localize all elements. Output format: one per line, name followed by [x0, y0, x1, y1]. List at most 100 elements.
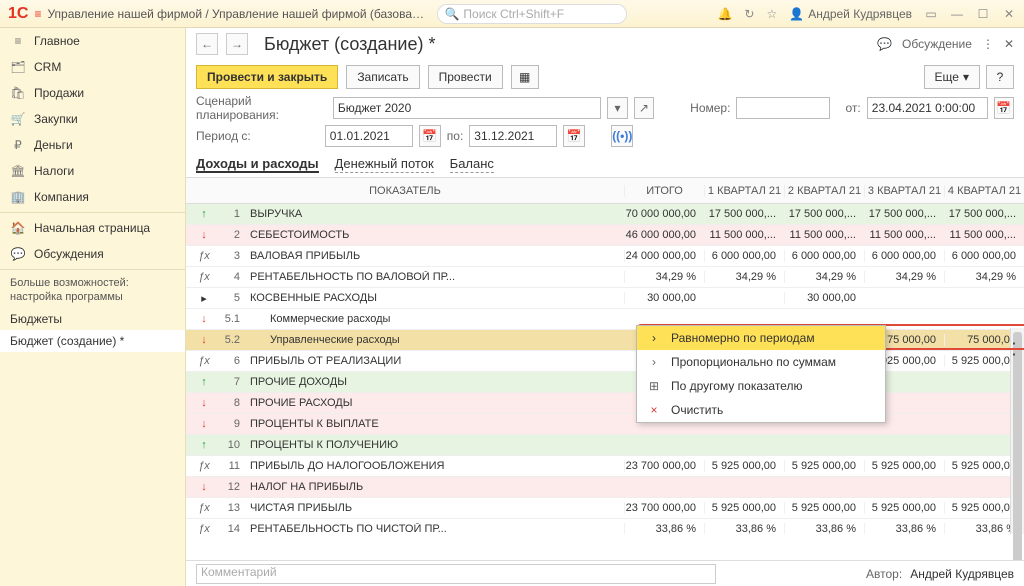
row-value[interactable]: 30 000,00: [624, 292, 704, 304]
row-value[interactable]: 34,29 %: [624, 271, 704, 283]
context-menu-item-2[interactable]: ⊞По другому показателю: [637, 374, 885, 398]
minimize-button[interactable]: —: [950, 7, 964, 21]
row-value[interactable]: 17 500 000,...: [864, 208, 944, 220]
close-window-button[interactable]: ✕: [1002, 7, 1016, 21]
sidebar-current-doc[interactable]: Бюджет (создание) *: [0, 330, 185, 352]
table-row[interactable]: ƒx14РЕНТАБЕЛЬНОСТЬ ПО ЧИСТОЙ ПР...33,86 …: [186, 519, 1024, 534]
table-row[interactable]: ↓5.2Управленческие расходы0,0075 000,007…: [186, 330, 1024, 351]
sidebar-item-0[interactable]: ≡Главное: [0, 28, 185, 54]
row-value[interactable]: 5 925 000,00: [784, 460, 864, 472]
row-value[interactable]: 6 000 000,00: [704, 250, 784, 262]
row-value[interactable]: 6 000 000,00: [864, 250, 944, 262]
sidebar-item-5[interactable]: 🏛Налоги: [0, 158, 185, 184]
help-button[interactable]: ?: [986, 65, 1014, 89]
structure-button[interactable]: ▦: [511, 65, 539, 89]
save-button[interactable]: Записать: [346, 65, 419, 89]
kebab-menu[interactable]: ⋮: [982, 37, 994, 51]
sidebar-secondary-1[interactable]: 💬Обсуждения: [0, 241, 185, 267]
sidebar-item-4[interactable]: ₽Деньги: [0, 132, 185, 158]
row-value[interactable]: 34,29 %: [864, 271, 944, 283]
row-value[interactable]: 46 000 000,00: [624, 229, 704, 241]
row-value[interactable]: 70 000 000,00: [624, 208, 704, 220]
row-value[interactable]: 5 925 000,00: [784, 502, 864, 514]
nav-back[interactable]: ←: [196, 33, 218, 55]
tab-income-expense[interactable]: Доходы и расходы: [196, 156, 319, 173]
sidebar-item-6[interactable]: 🏢Компания: [0, 184, 185, 210]
row-value[interactable]: 5 925 000,00: [704, 460, 784, 472]
tab-balance[interactable]: Баланс: [450, 156, 494, 173]
star-icon[interactable]: ☆: [766, 7, 777, 21]
table-row[interactable]: ƒx13ЧИСТАЯ ПРИБЫЛЬ23 700 000,005 925 000…: [186, 498, 1024, 519]
side-handle[interactable]: ⋮: [1006, 348, 1022, 352]
global-search[interactable]: 🔍 Поиск Ctrl+Shift+F: [437, 4, 627, 24]
broadcast-button[interactable]: ((•)): [611, 125, 633, 147]
sidebar-item-2[interactable]: 🛍Продажи: [0, 80, 185, 106]
period-from-picker[interactable]: 📅: [419, 125, 441, 147]
row-value[interactable]: 5 925 000,00: [864, 502, 944, 514]
row-value[interactable]: 11 500 000,...: [784, 229, 864, 241]
row-value[interactable]: 24 000 000,00: [624, 250, 704, 262]
tab-cashflow[interactable]: Денежный поток: [335, 156, 434, 173]
row-value[interactable]: 11 500 000,...: [704, 229, 784, 241]
table-row[interactable]: ↓9ПРОЦЕНТЫ К ВЫПЛАТЕ: [186, 414, 1024, 435]
nav-forward[interactable]: →: [226, 33, 248, 55]
table-row[interactable]: ↓2СЕБЕСТОИМОСТЬ46 000 000,0011 500 000,.…: [186, 225, 1024, 246]
table-row[interactable]: ↓8ПРОЧИЕ РАСХОДЫ: [186, 393, 1024, 414]
date-input[interactable]: 23.04.2021 0:00:00: [867, 97, 988, 119]
context-menu-item-0[interactable]: ›Равномерно по периодам: [637, 326, 885, 350]
maximize-button[interactable]: ☐: [976, 7, 990, 21]
row-value[interactable]: 34,29 %: [944, 271, 1024, 283]
bell-icon[interactable]: 🔔: [717, 7, 732, 21]
period-to-input[interactable]: 31.12.2021: [469, 125, 557, 147]
row-value[interactable]: 23 700 000,00: [624, 502, 704, 514]
history-icon[interactable]: ↻: [744, 7, 754, 21]
post-and-close-button[interactable]: Провести и закрыть: [196, 65, 338, 89]
period-from-input[interactable]: 01.01.2021: [325, 125, 413, 147]
row-value[interactable]: 33,86 %: [704, 523, 784, 534]
post-button[interactable]: Провести: [428, 65, 503, 89]
row-value[interactable]: 11 500 000,...: [864, 229, 944, 241]
table-row[interactable]: ƒx4РЕНТАБЕЛЬНОСТЬ ПО ВАЛОВОЙ ПР...34,29 …: [186, 267, 1024, 288]
number-input[interactable]: [736, 97, 829, 119]
row-value[interactable]: 17 500 000,...: [704, 208, 784, 220]
row-value[interactable]: 17 500 000,...: [784, 208, 864, 220]
row-value[interactable]: 11 500 000,...: [944, 229, 1024, 241]
row-value[interactable]: 5 925 000,00: [704, 502, 784, 514]
table-row[interactable]: ↑7ПРОЧИЕ ДОХОДЫ: [186, 372, 1024, 393]
table-row[interactable]: ↓12НАЛОГ НА ПРИБЫЛЬ: [186, 477, 1024, 498]
context-menu-item-3[interactable]: ×Очистить: [637, 398, 885, 422]
table-row[interactable]: ↑1ВЫРУЧКА70 000 000,0017 500 000,...17 5…: [186, 204, 1024, 225]
more-button[interactable]: Еще ▾: [924, 65, 980, 89]
discuss-link[interactable]: Обсуждение: [902, 37, 972, 51]
menu-icon[interactable]: ≡: [34, 7, 41, 21]
window-options[interactable]: ▭: [924, 7, 938, 21]
row-value[interactable]: 33,86 %: [624, 523, 704, 534]
row-value[interactable]: 6 000 000,00: [784, 250, 864, 262]
table-row[interactable]: ↓5.1Коммерческие расходы: [186, 309, 1024, 330]
sidebar-secondary-0[interactable]: 🏠Начальная страница: [0, 215, 185, 241]
table-row[interactable]: ƒx3ВАЛОВАЯ ПРИБЫЛЬ24 000 000,006 000 000…: [186, 246, 1024, 267]
row-value[interactable]: 5 925 000,00: [864, 460, 944, 472]
context-menu-item-1[interactable]: ›Пропорционально по суммам: [637, 350, 885, 374]
sidebar-more[interactable]: Больше возможностей: настройка программы: [0, 272, 185, 308]
sidebar-budgets[interactable]: Бюджеты: [0, 308, 185, 330]
period-to-picker[interactable]: 📅: [563, 125, 585, 147]
scenario-open[interactable]: ↗: [634, 97, 654, 119]
table-row[interactable]: ƒx6ПРИБЫЛЬ ОТ РЕАЛИЗАЦИИ0,005 925 000,00…: [186, 351, 1024, 372]
row-value[interactable]: 6 000 000,00: [944, 250, 1024, 262]
scenario-dropdown[interactable]: ▾: [607, 97, 627, 119]
user-menu[interactable]: 👤 Андрей Кудрявцев: [789, 7, 912, 21]
row-value[interactable]: 33,86 %: [784, 523, 864, 534]
row-value[interactable]: 17 500 000,...: [944, 208, 1024, 220]
table-row[interactable]: ƒx11ПРИБЫЛЬ ДО НАЛОГООБЛОЖЕНИЯ23 700 000…: [186, 456, 1024, 477]
scenario-input[interactable]: Бюджет 2020: [333, 97, 601, 119]
table-row[interactable]: ▸5КОСВЕННЫЕ РАСХОДЫ30 000,0030 000,00: [186, 288, 1024, 309]
vertical-scrollbar[interactable]: [1010, 328, 1024, 534]
date-picker[interactable]: 📅: [994, 97, 1014, 119]
row-value[interactable]: 33,86 %: [864, 523, 944, 534]
row-value[interactable]: 23 700 000,00: [624, 460, 704, 472]
row-value[interactable]: 34,29 %: [704, 271, 784, 283]
comment-input[interactable]: Комментарий: [196, 564, 716, 584]
sidebar-item-3[interactable]: 🛒Закупки: [0, 106, 185, 132]
close-doc[interactable]: ✕: [1004, 37, 1014, 51]
